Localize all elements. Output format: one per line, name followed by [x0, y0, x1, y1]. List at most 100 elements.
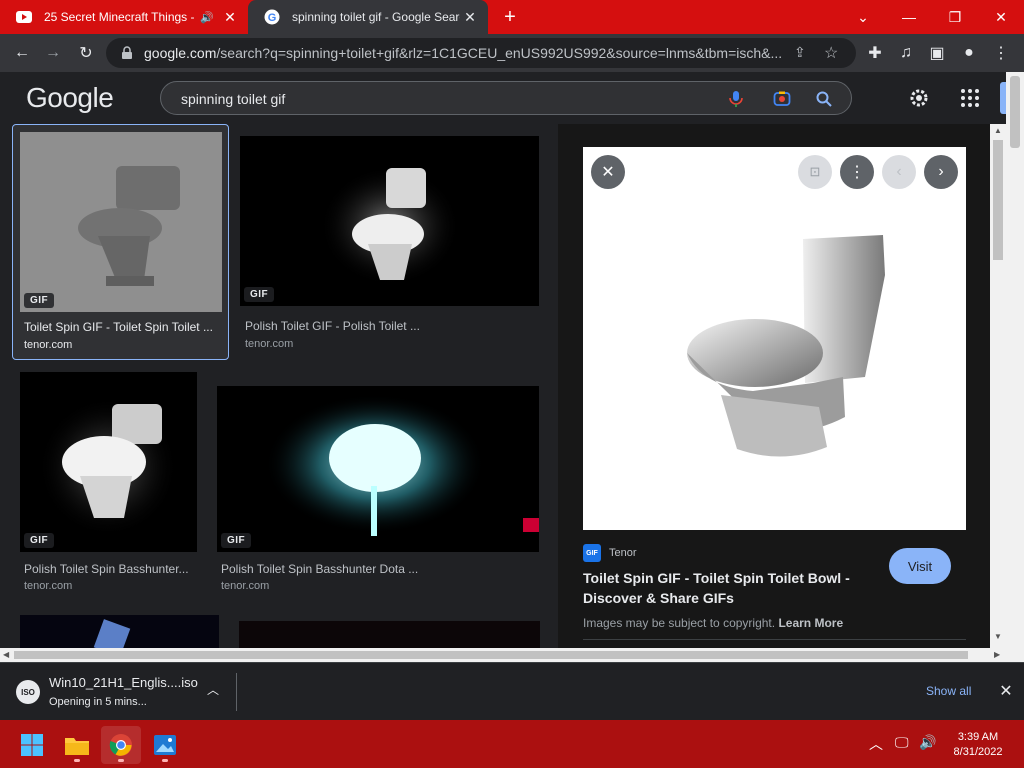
new-tab-button[interactable]: + — [498, 5, 522, 29]
network-icon[interactable]: 🖵 — [895, 734, 909, 751]
result-thumbnail[interactable]: GIF — [240, 136, 539, 306]
tab-title: spinning toilet gif - Google Search — [292, 10, 460, 24]
side-panel-icon[interactable]: ▣ — [924, 40, 950, 66]
scroll-up-icon[interactable]: ▲ — [994, 126, 1002, 135]
show-hidden-icons-chevron-icon[interactable]: ︿ — [869, 734, 883, 754]
running-indicator — [74, 759, 80, 762]
scrollbar-thumb[interactable] — [14, 651, 968, 659]
image-preview-panel: ✕ ⊡ ⋮ ‹ › GIF Tenor Toilet Spin GIF - To… — [558, 124, 990, 662]
result-thumbnail[interactable]: GIF — [20, 372, 197, 552]
tab-title: 25 Secret Minecraft Things - — [44, 10, 195, 24]
file-explorer-button[interactable] — [57, 726, 97, 764]
result-title[interactable]: Polish Toilet Spin Basshunter... — [24, 562, 200, 576]
results-scrollbar[interactable]: ▲ ▼ — [990, 124, 1006, 662]
bookmark-star-icon[interactable]: ☆ — [824, 43, 838, 63]
result-source[interactable]: tenor.com — [24, 580, 72, 592]
running-indicator — [162, 759, 168, 762]
toilet-image — [38, 397, 178, 537]
page-scrollbar[interactable] — [1006, 72, 1024, 662]
svg-text:G: G — [268, 12, 277, 24]
image-results-grid: GIF Toilet Spin GIF - Toilet Spin Toilet… — [0, 124, 558, 662]
forward-button[interactable]: → — [40, 40, 66, 66]
close-preview-button[interactable]: ✕ — [591, 155, 625, 189]
result-thumbnail[interactable]: GIF — [217, 386, 539, 552]
learn-more-link[interactable]: Learn More — [778, 616, 843, 630]
show-all-button[interactable]: Show all — [926, 684, 971, 698]
image-result-card[interactable]: GIF Toilet Spin GIF - Toilet Spin Toilet… — [12, 124, 229, 360]
photos-taskbar-button[interactable] — [145, 726, 185, 764]
preview-site[interactable]: GIF Tenor — [583, 544, 637, 562]
tab-minecraft-video[interactable]: 25 Secret Minecraft Things - 🔊 ✕ — [0, 0, 248, 34]
menu-icon[interactable]: ⋮ — [988, 40, 1014, 66]
minimize-button[interactable]: — — [886, 0, 932, 34]
google-icon: G — [264, 9, 280, 25]
close-window-button[interactable]: ✕ — [978, 0, 1024, 34]
address-bar[interactable]: google.com/search?q=spinning+toilet+gif&… — [106, 38, 856, 68]
voice-search-icon[interactable] — [727, 90, 745, 108]
result-thumbnail[interactable]: GIF — [20, 132, 222, 312]
divider — [583, 639, 966, 640]
image-result-card[interactable]: GIF Polish Toilet Spin Basshunter Dota .… — [216, 372, 540, 602]
image-result-card[interactable]: GIF Polish Toilet Spin Basshunter... ten… — [12, 372, 208, 602]
url-text: google.com/search?q=spinning+toilet+gif&… — [144, 45, 784, 61]
preview-title[interactable]: Toilet Spin GIF - Toilet Spin Toilet Bow… — [583, 568, 873, 608]
google-logo[interactable]: Google — [26, 82, 114, 114]
copyright-notice: Images may be subject to copyright. Lear… — [583, 616, 843, 630]
clock-time: 3:39 AM — [957, 731, 999, 743]
more-options-button[interactable]: ⋮ — [840, 155, 874, 189]
result-title[interactable]: Toilet Spin GIF - Toilet Spin Toilet ... — [24, 320, 220, 334]
scrollbar-thumb[interactable] — [993, 140, 1003, 260]
result-source[interactable]: tenor.com — [221, 580, 269, 592]
running-indicator — [118, 759, 124, 762]
tab-strip: 25 Secret Minecraft Things - 🔊 ✕ G spinn… — [0, 0, 1024, 34]
copyright-text: Images may be subject to copyright. — [583, 616, 776, 630]
gif-badge: GIF — [24, 293, 55, 308]
download-filename[interactable]: Win10_21H1_Englis....iso — [49, 675, 198, 690]
system-clock[interactable]: 3:39 AM 8/31/2022 — [946, 730, 1010, 760]
previous-image-button[interactable]: ‹ — [882, 155, 916, 189]
profile-icon[interactable]: ● — [956, 40, 982, 66]
result-title[interactable]: Polish Toilet GIF - Polish Toilet ... — [245, 319, 535, 333]
back-button[interactable]: ← — [9, 40, 35, 66]
reload-button[interactable]: ↻ — [73, 40, 99, 66]
apps-grid-icon[interactable] — [958, 86, 982, 110]
chrome-taskbar-button[interactable] — [101, 726, 141, 764]
media-control-icon[interactable]: ♫ — [893, 40, 919, 66]
chevron-up-icon[interactable]: ︿ — [204, 681, 222, 701]
scroll-down-icon[interactable]: ▼ — [994, 632, 1002, 641]
result-source[interactable]: tenor.com — [245, 338, 293, 350]
search-input[interactable] — [181, 89, 701, 109]
image-result-card[interactable]: GIF Polish Toilet GIF - Polish Toilet ..… — [240, 124, 540, 360]
settings-gear-icon[interactable] — [907, 86, 931, 110]
lens-search-button[interactable]: ⊡ — [798, 155, 832, 189]
extensions-icon[interactable]: ✚ — [862, 40, 888, 66]
scroll-left-icon[interactable]: ◀ — [3, 650, 9, 659]
tenor-logo-icon: GIF — [583, 544, 601, 562]
preview-image[interactable] — [583, 147, 966, 530]
next-image-button[interactable]: › — [924, 155, 958, 189]
search-icon[interactable] — [815, 90, 833, 108]
preview-site-name: Tenor — [609, 547, 637, 559]
lock-icon — [122, 46, 132, 59]
tab-search-icon[interactable]: ⌄ — [840, 0, 886, 34]
close-downloads-icon[interactable]: ✕ — [996, 681, 1016, 701]
volume-icon[interactable]: 🔊 — [919, 734, 936, 751]
restore-button[interactable]: ❐ — [932, 0, 978, 34]
start-button[interactable] — [12, 726, 52, 764]
visit-button[interactable]: Visit — [889, 548, 951, 584]
youtube-icon — [16, 11, 32, 23]
close-tab-icon[interactable]: ✕ — [460, 9, 480, 26]
clock-date: 8/31/2022 — [953, 746, 1003, 758]
share-icon[interactable]: ⇪ — [794, 44, 806, 61]
result-title[interactable]: Polish Toilet Spin Basshunter Dota ... — [221, 562, 521, 576]
scrollbar-thumb[interactable] — [1010, 76, 1020, 148]
close-tab-icon[interactable]: ✕ — [220, 9, 240, 26]
gif-badge: GIF — [24, 533, 55, 548]
speaker-icon[interactable]: 🔊 — [200, 11, 214, 24]
scroll-right-icon[interactable]: ▶ — [994, 650, 1000, 659]
horizontal-scrollbar[interactable]: ◀ ▶ — [0, 648, 1006, 662]
tab-google-search[interactable]: G spinning toilet gif - Google Search ✕ — [248, 0, 488, 34]
result-source[interactable]: tenor.com — [24, 339, 72, 351]
lens-icon[interactable] — [773, 90, 791, 108]
taskbar: ︿ 🖵 🔊 3:39 AM 8/31/2022 — [0, 720, 1024, 768]
